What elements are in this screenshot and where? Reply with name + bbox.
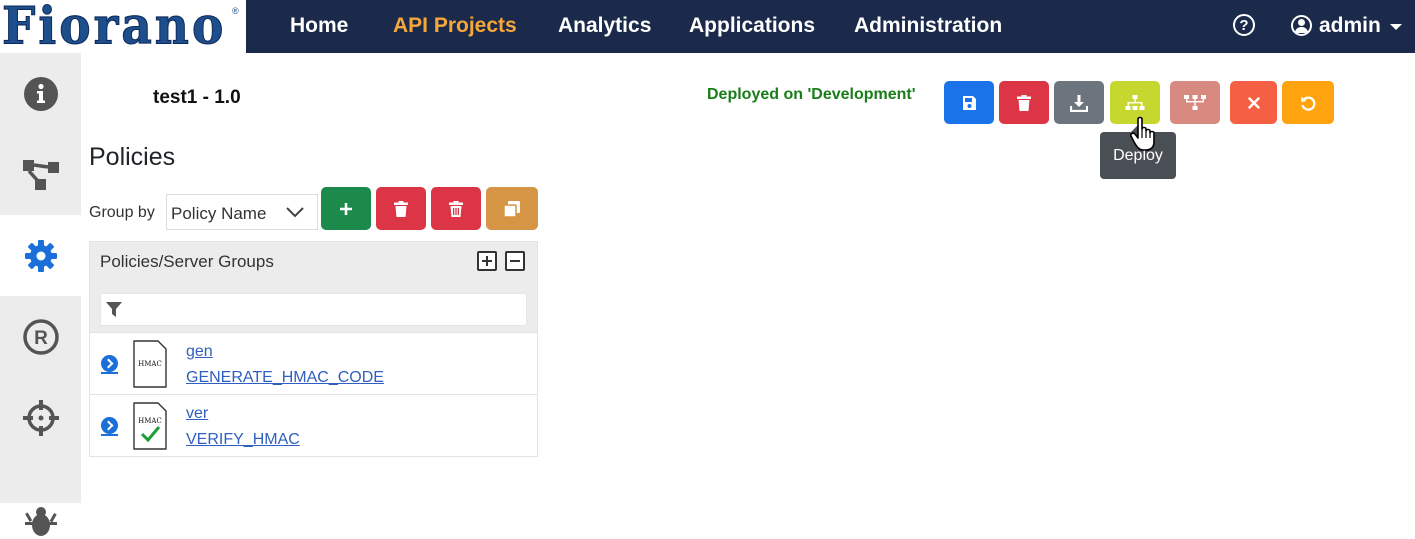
logo-registered-mark: ® [232, 6, 239, 16]
group-by-value: Policy Name [171, 204, 267, 223]
nav-analytics[interactable]: Analytics [558, 14, 651, 38]
expand-underline [101, 372, 118, 374]
user-icon[interactable] [1291, 15, 1312, 36]
sidebar-item-registry[interactable]: R [0, 296, 81, 377]
copy-icon [503, 200, 520, 218]
download-button[interactable] [1054, 81, 1104, 124]
filter-input[interactable] [100, 293, 527, 326]
hmac-document-icon: HMAC [133, 340, 167, 388]
chevron-down-icon[interactable] [1390, 24, 1402, 30]
hmac-badge: HMAC [138, 360, 162, 368]
sidebar-item-info[interactable] [0, 53, 81, 134]
nav-applications[interactable]: Applications [689, 14, 815, 38]
sidebar-item-target[interactable] [0, 377, 81, 458]
policy-row[interactable]: HMAC gen GENERATE_HMAC_CODE [90, 332, 537, 395]
collapse-all-button[interactable] [505, 251, 525, 271]
save-icon [963, 95, 976, 110]
registered-icon: R [22, 318, 59, 355]
logo-text: Fiorano [1, 0, 227, 53]
delete-project-button[interactable] [999, 81, 1049, 124]
expand-underline [101, 434, 118, 436]
nav-home[interactable]: Home [290, 14, 348, 38]
nav-api-projects[interactable]: API Projects [393, 14, 517, 38]
top-navbar: Fiorano ® Home API Projects Analytics Ap… [0, 0, 1415, 53]
left-sidebar: R [0, 53, 81, 536]
help-icon[interactable]: ? [1233, 14, 1255, 36]
policy-type-link[interactable]: VERIFY_HMAC [186, 431, 300, 449]
policy-row[interactable]: HMAC ver VERIFY_HMAC [90, 394, 537, 457]
gear-icon [24, 239, 57, 272]
trash-icon [1017, 94, 1031, 111]
chevron-right-icon[interactable] [101, 417, 118, 434]
group-by-select[interactable]: Policy Name [166, 194, 318, 230]
chevron-right-icon[interactable] [101, 355, 118, 372]
undeploy-button[interactable] [1170, 81, 1220, 124]
trash-alt-icon [449, 200, 463, 217]
panel-title: Policies/Server Groups [100, 252, 274, 271]
add-policy-button[interactable] [321, 187, 371, 230]
flow-icon [22, 159, 59, 190]
policies-panel: Policies/Server Groups HMAC gen GENERATE… [89, 241, 538, 457]
nav-administration[interactable]: Administration [854, 14, 1002, 38]
policy-name-link[interactable]: gen [186, 343, 213, 361]
panel-header: Policies/Server Groups [90, 242, 537, 332]
sidebar-item-debug[interactable] [0, 458, 81, 539]
sidebar-item-settings[interactable] [0, 215, 81, 296]
revert-button[interactable] [1282, 81, 1334, 124]
plus-icon [340, 202, 352, 215]
group-by-label: Group by [89, 204, 155, 221]
sitemap-icon [1125, 94, 1145, 110]
bug-icon [24, 506, 57, 536]
fiorano-logo[interactable]: Fiorano ® [0, 0, 246, 53]
hand-cursor-icon [1130, 116, 1155, 151]
policies-heading: Policies [89, 143, 176, 171]
expand-all-button[interactable] [477, 251, 497, 271]
download-icon [1070, 94, 1088, 112]
sidebar-item-flow[interactable] [0, 134, 81, 215]
filter-icon [106, 302, 122, 317]
crosshair-icon [22, 399, 59, 436]
copy-policy-button[interactable] [486, 187, 538, 230]
close-button[interactable] [1230, 81, 1277, 124]
policy-type-link[interactable]: GENERATE_HMAC_CODE [186, 369, 384, 387]
save-button[interactable] [944, 81, 994, 124]
policy-name-link[interactable]: ver [186, 405, 208, 423]
hmac-verify-document-icon: HMAC [133, 402, 167, 450]
delete-policy-button[interactable] [376, 187, 426, 230]
undo-icon [1301, 96, 1316, 111]
network-icon [1184, 94, 1206, 110]
hmac-badge: HMAC [138, 417, 162, 425]
close-icon [1247, 96, 1260, 109]
user-menu-label[interactable]: admin [1319, 14, 1381, 38]
svg-text:R: R [34, 328, 48, 349]
api-project-title: test1 - 1.0 [153, 87, 241, 108]
trash-icon [394, 200, 408, 217]
deployment-status: Deployed on 'Development' [707, 86, 916, 103]
chevron-down-icon [286, 207, 304, 218]
info-icon [23, 76, 58, 111]
delete-all-policies-button[interactable] [431, 187, 481, 230]
